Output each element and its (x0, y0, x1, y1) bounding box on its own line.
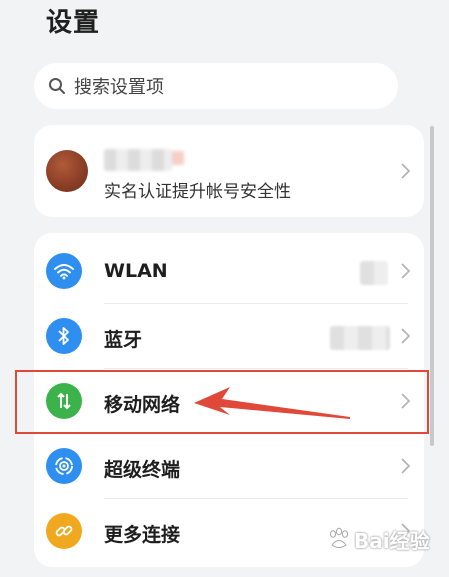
wifi-icon (46, 253, 82, 289)
chevron-right-icon (401, 328, 410, 344)
wlan-value-blurred (360, 261, 388, 285)
settings-item-wlan[interactable]: WLAN (34, 239, 424, 303)
chevron-right-icon (401, 458, 410, 474)
search-input[interactable]: 搜索设置项 (34, 63, 398, 109)
paw-logo-icon (329, 527, 349, 548)
watermark-text: Bai经验 (354, 528, 430, 553)
account-name-blurred (104, 149, 184, 171)
account-card[interactable]: 实名认证提升帐号安全性 (34, 125, 424, 217)
scrollbar[interactable] (430, 126, 434, 446)
page-title: 设置 (46, 8, 101, 38)
watermark: Bai经验 (328, 519, 444, 559)
bluetooth-icon (46, 318, 82, 354)
settings-item-label: WLAN (104, 260, 168, 282)
chevron-right-icon (401, 163, 410, 179)
settings-item-label: 蓝牙 (104, 329, 143, 351)
settings-item-label: 更多连接 (104, 524, 181, 546)
settings-item-bluetooth[interactable]: 蓝牙 (34, 304, 424, 368)
settings-item-label: 超级终端 (104, 459, 181, 481)
annotation-arrow-icon (194, 387, 350, 419)
chevron-right-icon (401, 263, 410, 279)
avatar (46, 150, 88, 192)
super-device-icon (46, 448, 82, 484)
search-icon (49, 78, 65, 94)
bluetooth-value-blurred (330, 326, 390, 350)
link-icon (46, 513, 82, 549)
account-subtitle: 实名认证提升帐号安全性 (104, 182, 291, 202)
search-placeholder: 搜索设置项 (74, 77, 164, 98)
settings-item-super-device[interactable]: 超级终端 (34, 434, 424, 498)
